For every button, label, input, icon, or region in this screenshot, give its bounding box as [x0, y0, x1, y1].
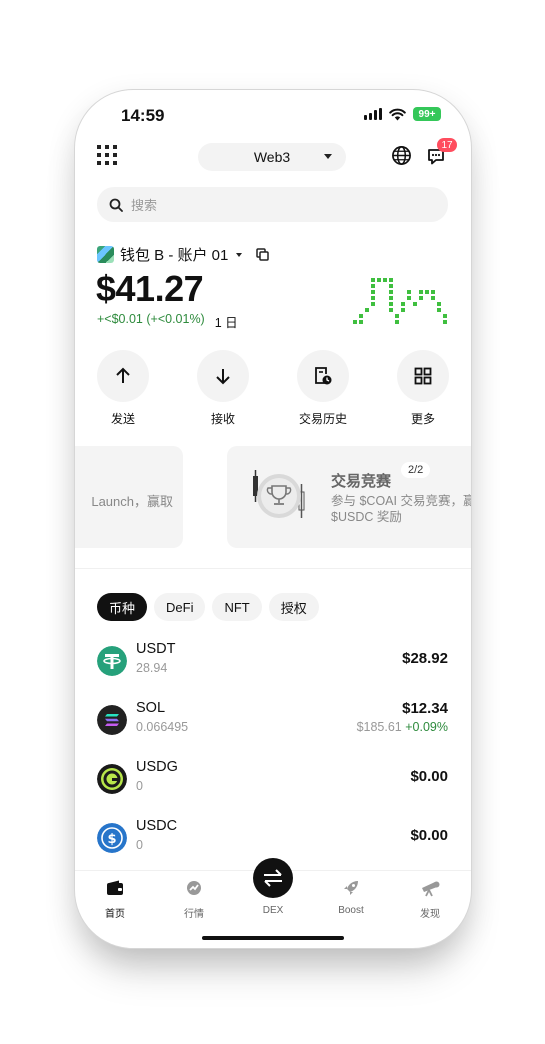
asset-value: $12.34: [402, 700, 448, 717]
nav-market[interactable]: 行情: [164, 878, 224, 920]
history-button[interactable]: 交易历史: [297, 350, 349, 427]
banner-desc-line1: 参与 $COAI 交易竞赛，赢: [331, 494, 471, 508]
usdt-icon: [97, 646, 127, 676]
send-label: 发送: [110, 412, 135, 426]
status-icons: 99+: [364, 107, 441, 121]
nav-market-label: 行情: [184, 909, 204, 920]
signal-icon: [364, 108, 382, 120]
wallet-selector[interactable]: 钱包 B - 账户 01: [97, 244, 270, 265]
rocket-icon: [344, 881, 358, 895]
nav-discover-label: 发现: [420, 909, 440, 920]
asset-symbol: USDC: [136, 818, 178, 834]
swap-icon: [264, 869, 282, 887]
more-button[interactable]: 更多: [397, 350, 449, 427]
tab-defi[interactable]: DeFi: [154, 593, 206, 621]
asset-row-sol[interactable]: SOL 0.066495 $12.34 $185.61 +0.09%: [97, 700, 448, 742]
send-button[interactable]: 发送: [97, 350, 149, 427]
wallet-name: 钱包 B - 账户 01: [120, 247, 229, 264]
tab-approvals[interactable]: 授权: [268, 593, 319, 621]
asset-amount: 28.94: [136, 661, 168, 675]
nav-boost-label: Boost: [338, 905, 364, 916]
banner-page-indicator: 2/2: [401, 462, 431, 478]
wifi-icon: [389, 108, 406, 120]
banner-desc-line2: $USDC 奖励: [331, 510, 402, 524]
status-time: 14:59: [121, 106, 165, 125]
arrow-up-icon: [116, 367, 130, 383]
nav-home[interactable]: 首页: [85, 878, 145, 920]
launch-banner[interactable]: Launch，赢取: [75, 446, 183, 548]
battery-icon: 99+: [413, 107, 441, 121]
asset-change: +0.09%: [405, 720, 448, 734]
asset-row-usdc[interactable]: $ USDC 0 $0.00: [97, 818, 448, 860]
asset-row-usdg[interactable]: USDG 0 $0.00: [97, 759, 448, 801]
asset-price: $185.61: [356, 720, 402, 734]
nav-discover[interactable]: 发现: [400, 878, 460, 920]
more-label: 更多: [410, 412, 435, 426]
globe-icon[interactable]: [391, 145, 412, 166]
trophy-icon: [253, 470, 305, 518]
change-period: 1 日: [214, 316, 238, 330]
grid-icon: [414, 367, 432, 385]
asset-row-usdt[interactable]: USDT 28.94 $28.92: [97, 641, 448, 683]
receive-button[interactable]: 接收: [197, 350, 249, 427]
copy-icon[interactable]: [256, 248, 270, 261]
network-label: Web3: [253, 149, 291, 165]
banner-title: 交易竞赛: [331, 473, 392, 490]
balance-change-value: +<$0.01 (+<0.01%): [97, 312, 205, 326]
asset-symbol: SOL: [136, 700, 166, 716]
dex-button[interactable]: [253, 858, 293, 898]
sparkline-chart: [353, 278, 447, 324]
arrow-down-icon: [216, 369, 230, 385]
chevron-down-icon: [236, 252, 243, 257]
usdc-icon: $: [97, 823, 127, 853]
wallet-icon: [107, 880, 123, 895]
asset-symbol: USDG: [136, 759, 178, 775]
menu-grid-icon[interactable]: [97, 145, 117, 165]
nav-home-label: 首页: [105, 909, 125, 920]
home-indicator: [202, 936, 344, 940]
asset-value: $0.00: [410, 827, 448, 844]
asset-tabs: 币种 DeFi NFT 授权: [97, 593, 319, 621]
asset-amount: 0: [136, 838, 143, 852]
launch-banner-text: Launch，赢取: [91, 494, 173, 509]
section-divider: [75, 568, 471, 569]
asset-price-change: $185.61 +0.09%: [357, 720, 448, 734]
wallet-avatar: [97, 246, 114, 263]
tab-tokens[interactable]: 币种: [97, 593, 148, 621]
receive-label: 接收: [210, 412, 235, 426]
balance-change: +<$0.01 (+<0.01%) 1 日: [97, 312, 238, 331]
phone-screen: 14:59 99+ Web3 17 搜索 钱包 B - 账户 01 $41.27…: [75, 90, 471, 948]
history-icon: [315, 367, 332, 385]
search-icon: [109, 198, 123, 212]
svg-text:$: $: [107, 832, 116, 847]
usdg-icon: [97, 764, 127, 794]
notification-badge: 17: [437, 138, 457, 152]
search-input[interactable]: 搜索: [97, 187, 448, 222]
history-label: 交易历史: [298, 412, 347, 426]
sol-icon: [97, 705, 127, 735]
asset-symbol: USDT: [136, 641, 176, 657]
asset-value: $0.00: [410, 768, 448, 785]
telescope-icon: [422, 881, 440, 897]
chevron-down-icon: [324, 154, 332, 159]
search-placeholder: 搜索: [131, 198, 158, 213]
market-icon: [187, 881, 201, 895]
asset-amount: 0: [136, 779, 143, 793]
banner-description: 参与 $COAI 交易竞赛，赢 $USDC 奖励: [331, 493, 471, 525]
asset-value: $28.92: [402, 650, 448, 667]
tab-nft[interactable]: NFT: [212, 593, 262, 621]
trading-competition-banner[interactable]: 交易竞赛 2/2 参与 $COAI 交易竞赛，赢 $USDC 奖励: [227, 446, 471, 548]
network-selector[interactable]: Web3: [198, 143, 346, 171]
wallet-balance: $41.27: [96, 268, 204, 309]
nav-dex-label: DEX: [262, 905, 284, 916]
nav-boost[interactable]: Boost: [321, 878, 381, 916]
asset-amount: 0.066495: [136, 720, 189, 734]
